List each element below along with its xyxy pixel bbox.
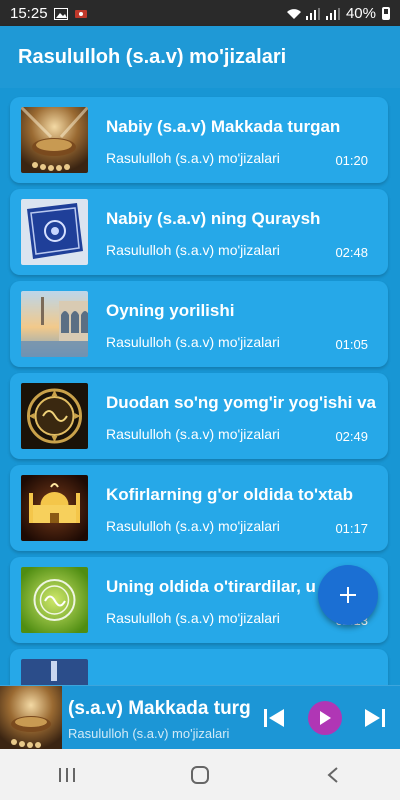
home-icon <box>190 765 209 784</box>
play-icon <box>320 711 331 725</box>
plus-icon <box>340 587 356 603</box>
mini-player[interactable]: (s.a.v) Makkada turgan Rasulullo​h (s.a.… <box>0 685 400 750</box>
track-subtitle: Rasululloh (s.a.v) mo'jizalari <box>106 150 280 166</box>
track-title: Nabiy (s.a.v) Makkada turgan <box>106 117 341 136</box>
back-button[interactable] <box>313 755 353 795</box>
track-title: Oyning yorilishi <box>106 301 235 320</box>
back-icon <box>327 766 338 783</box>
recent-apps-button[interactable] <box>47 755 87 795</box>
now-playing-subtitle: Rasulullo​h (s.a.v) mo'jizalari <box>68 726 230 741</box>
track-title: Uning oldida o'tirardilar, u esa <box>106 577 350 596</box>
system-nav-bar <box>0 749 400 800</box>
track-duration: 01:05 <box>335 337 368 352</box>
track-item[interactable]: Nabiy (s.a.v) ning Quraysh Rasululloh (s… <box>10 189 388 275</box>
track-item[interactable]: Duodan so'ng yomg'ir yog'ishi va Rasulul… <box>10 373 388 459</box>
track-duration: 01:17 <box>335 521 368 536</box>
gallery-notification-icon <box>53 7 68 20</box>
golden-mosque-thumbnail-icon <box>21 475 88 541</box>
partial-thumbnail-icon <box>21 659 88 685</box>
mosque-thumbnail-icon <box>21 291 88 357</box>
wifi-icon <box>286 7 301 19</box>
green-ornament-thumbnail-icon <box>21 567 88 633</box>
track-subtitle: Rasululloh (s.a.v) mo'jizalari <box>106 334 280 350</box>
track-subtitle: Rasululloh (s.a.v) mo'jizalari <box>106 242 280 258</box>
status-bar: 15:25 40% <box>0 0 400 26</box>
track-duration: 02:48 <box>335 245 368 260</box>
app-title: Rasululloh (s.a.v) mo'jizalari <box>18 45 287 68</box>
next-button[interactable] <box>359 702 391 734</box>
now-playing-title: (s.a.v) Makkada turgan <box>68 698 250 719</box>
previous-button[interactable] <box>258 702 290 734</box>
quran-thumbnail-icon <box>21 107 88 173</box>
track-item[interactable]: Nabiy (s.a.v) Makkada turgan Rasululloh … <box>10 97 388 183</box>
track-subtitle: Rasululloh (s.a.v) mo'jizalari <box>106 518 280 534</box>
track-duration: 01:20 <box>335 153 368 168</box>
track-title: Duodan so'ng yomg'ir yog'ishi va <box>106 393 376 412</box>
status-time: 15:25 <box>10 4 48 22</box>
recent-apps-icon <box>58 767 75 782</box>
app-notification-icon <box>74 7 88 19</box>
calligraphy-ornament-thumbnail-icon <box>21 383 88 449</box>
app-bar: Rasululloh (s.a.v) mo'jizalari <box>0 26 400 88</box>
now-playing-thumbnail-icon <box>0 686 62 750</box>
track-subtitle: Rasululloh (s.a.v) mo'jizalari <box>106 426 280 442</box>
track-item[interactable] <box>10 649 388 685</box>
add-fab-button[interactable] <box>318 565 378 625</box>
track-duration: 02:49 <box>335 429 368 444</box>
signal-icon <box>305 7 320 20</box>
track-title: Kofirlarning g'or oldida to'xtab <box>106 485 354 504</box>
signal-icon-2 <box>325 7 340 20</box>
battery-percent: 40% <box>345 4 376 22</box>
track-title: Nabiy (s.a.v) ning Quraysh <box>106 209 321 228</box>
track-item[interactable]: Oyning yorilishi Rasululloh (s.a.v) mo'j… <box>10 281 388 367</box>
skip-previous-icon <box>264 709 284 727</box>
play-button[interactable] <box>308 701 342 735</box>
battery-icon <box>382 6 390 20</box>
blue-book-thumbnail-icon <box>21 199 88 265</box>
home-button[interactable] <box>180 755 220 795</box>
track-subtitle: Rasululloh (s.a.v) mo'jizalari <box>106 610 280 626</box>
track-item[interactable]: Kofirlarning g'or oldida to'xtab Rasulul… <box>10 465 388 551</box>
skip-next-icon <box>365 709 385 727</box>
